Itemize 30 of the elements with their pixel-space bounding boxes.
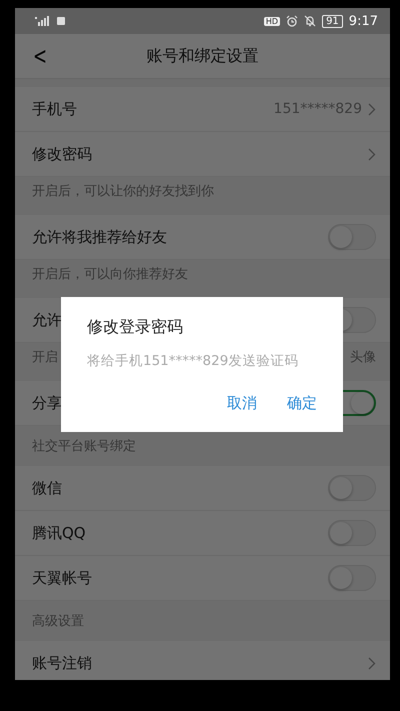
dialog-button[interactable]: 取消 — [227, 394, 257, 413]
chevron-icon — [368, 656, 376, 670]
hint-text: 开启后，可以让你的好友找到你 — [32, 183, 214, 200]
settings-row[interactable]: 修改密码 — [15, 132, 390, 177]
back-button[interactable]: < — [33, 42, 48, 70]
page-title: 账号和绑定设置 — [146, 46, 258, 66]
dialog-button[interactable]: 确定 — [287, 394, 317, 413]
status-time: 9:17 — [348, 14, 378, 28]
dialog-title: 修改登录密码 — [87, 317, 184, 338]
setting-label: 分享 — [32, 394, 62, 412]
setting-label: 微信 — [32, 478, 62, 498]
setting-label: 允许 — [32, 310, 62, 330]
hint-text: 头像 — [350, 349, 376, 366]
dialog-message: 将给手机151*****829发送验证码 — [87, 352, 300, 370]
setting-label: 天翼帐号 — [32, 568, 92, 588]
section-header: 高级设置 — [32, 613, 84, 630]
setting-label: 腾讯QQ — [32, 524, 86, 542]
notification-icon — [57, 17, 65, 25]
bell-off-icon — [304, 15, 316, 27]
settings-row[interactable]: 账号注销 — [15, 641, 390, 680]
setting-label: 允许将我推荐给好友 — [32, 228, 167, 246]
hd-badge: HD — [264, 16, 280, 26]
signal-icon — [35, 16, 51, 26]
alarm-icon — [286, 15, 298, 27]
chevron-icon — [368, 102, 376, 116]
hint-text: 开启后，可以向你推荐好友 — [32, 266, 188, 283]
section-header: 社交平台账号绑定 — [32, 438, 136, 455]
hint-text: 开启 — [32, 349, 58, 366]
chevron-icon — [368, 148, 376, 160]
battery-indicator: 91 — [322, 14, 343, 28]
